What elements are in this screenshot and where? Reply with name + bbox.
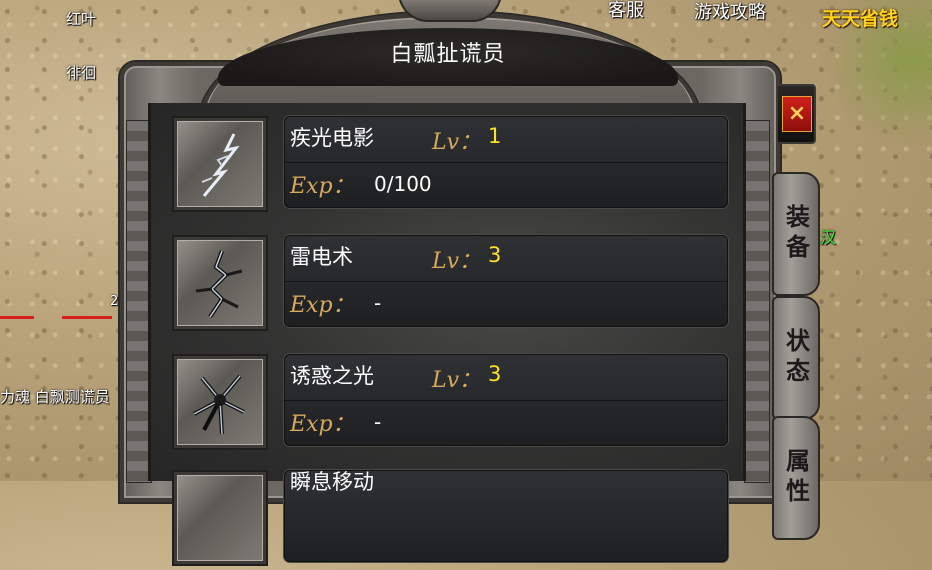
skill-panel: 白瓢扯谎员 疾光电影 Lv： 1 Exp： 0/100 雷电术 Lv： 3 Ex… bbox=[118, 0, 820, 566]
skill-row[interactable]: 雷电术 Lv： 3 Exp： - bbox=[172, 235, 732, 335]
skill-info: 雷电术 Lv： 3 Exp： - bbox=[284, 235, 728, 327]
level-value: 3 bbox=[488, 243, 502, 267]
skill-name: 诱惑之光 bbox=[290, 364, 374, 388]
skill-row[interactable]: 疾光电影 Lv： 1 Exp： 0/100 bbox=[172, 116, 732, 216]
teleport-icon[interactable] bbox=[172, 470, 268, 566]
exp-value: - bbox=[374, 291, 382, 315]
tab-status[interactable]: 状态 bbox=[772, 296, 820, 420]
charm-light-icon[interactable] bbox=[172, 354, 268, 450]
thunder-strike-icon[interactable] bbox=[172, 235, 268, 331]
exp-label: Exp： bbox=[290, 412, 355, 437]
skill-row[interactable]: 瞬息移动 bbox=[172, 470, 732, 570]
exp-label: Exp： bbox=[290, 293, 355, 318]
panel-rail-right bbox=[744, 120, 770, 483]
exp-value: - bbox=[374, 410, 382, 434]
lightning-bolt-icon[interactable] bbox=[172, 116, 268, 212]
hp-bar bbox=[62, 316, 112, 319]
tab-attributes[interactable]: 属性 bbox=[772, 416, 820, 540]
exp-value: 0/100 bbox=[374, 172, 432, 196]
level-label: Lv： bbox=[432, 249, 482, 274]
npc-name: 汉 bbox=[820, 228, 837, 247]
close-icon[interactable]: × bbox=[782, 96, 812, 132]
skill-row[interactable]: 诱惑之光 Lv： 3 Exp： - bbox=[172, 354, 732, 454]
hp-bar bbox=[0, 316, 34, 319]
level-label: Lv： bbox=[432, 130, 482, 155]
map-label: 徘徊 bbox=[66, 64, 97, 82]
level-value: 3 bbox=[488, 362, 502, 386]
player-name-label: 力魂 白飘测谎员 bbox=[0, 388, 110, 406]
close-button[interactable]: × bbox=[776, 84, 816, 144]
map-label: 红叶 bbox=[66, 10, 97, 28]
skill-name: 瞬息移动 bbox=[290, 470, 374, 494]
level-label: Lv： bbox=[432, 368, 482, 393]
promo-label[interactable]: 天天省钱 bbox=[822, 4, 898, 31]
skill-info: 疾光电影 Lv： 1 Exp： 0/100 bbox=[284, 116, 728, 208]
exp-label: Exp： bbox=[290, 174, 355, 199]
panel-title: 白瓢扯谎员 bbox=[390, 42, 506, 67]
skill-info: 瞬息移动 bbox=[284, 470, 728, 562]
level-value: 1 bbox=[488, 124, 502, 148]
skill-name: 疾光电影 bbox=[290, 126, 374, 150]
tab-equipment[interactable]: 装备 bbox=[772, 172, 820, 296]
skill-name: 雷电术 bbox=[290, 245, 353, 269]
skill-info: 诱惑之光 Lv： 3 Exp： - bbox=[284, 354, 728, 446]
